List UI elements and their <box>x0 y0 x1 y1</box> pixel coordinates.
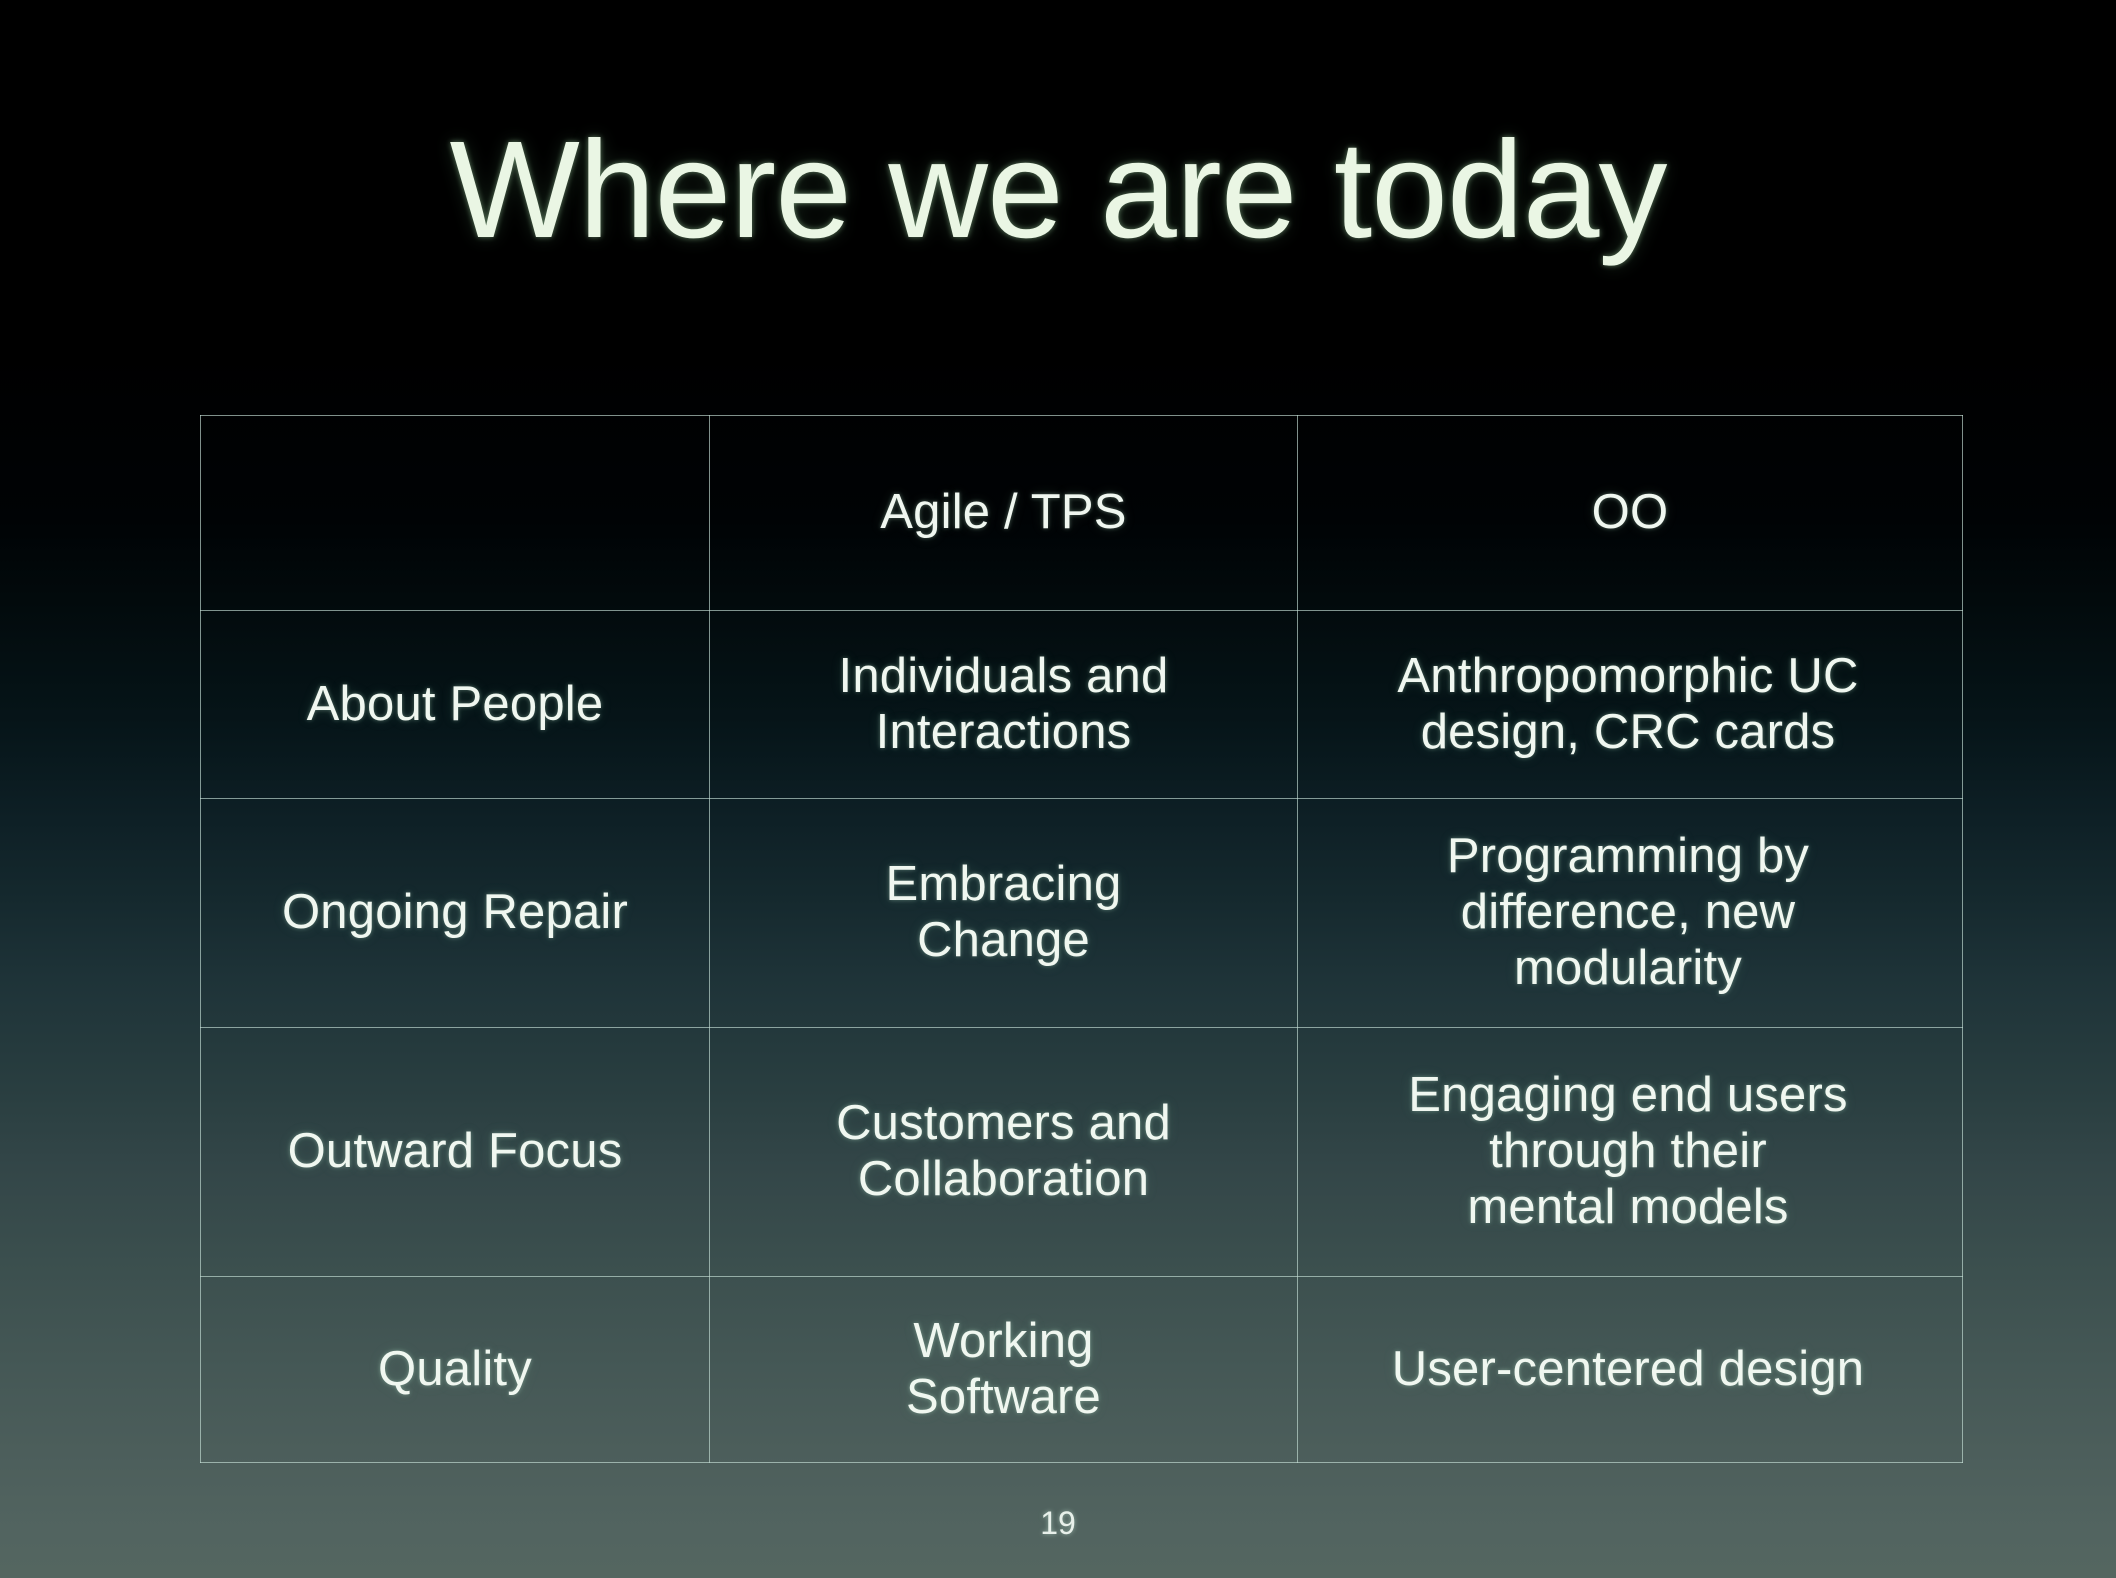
cell-agile-outward-focus: Customers and Collaboration <box>709 1027 1298 1277</box>
table-header-cell-blank <box>200 415 710 611</box>
table-header-cell-agile-tps: Agile / TPS <box>709 415 1298 611</box>
row-label-about-people: About People <box>200 610 710 799</box>
table-header-row: Agile / TPS OO <box>200 415 1963 611</box>
cell-oo-outward-focus-text: Engaging end users through their mental … <box>1408 1068 1848 1234</box>
cell-oo-quality: User-centered design <box>1297 1276 1963 1463</box>
cell-oo-about-people: Anthropomorphic UC design, CRC cards <box>1297 610 1963 799</box>
cell-agile-quality: Working Software <box>709 1276 1298 1463</box>
comparison-table: Agile / TPS OO About People Individuals … <box>200 415 1963 1463</box>
cell-agile-ongoing-repair: Embracing Change <box>709 798 1298 1028</box>
table-header-cell-oo: OO <box>1297 415 1963 611</box>
table-row: Outward Focus Customers and Collaboratio… <box>200 1027 1963 1277</box>
cell-agile-about-people: Individuals and Interactions <box>709 610 1298 799</box>
table-row: About People Individuals and Interaction… <box>200 610 1963 799</box>
table-row: Quality Working Software User-centered d… <box>200 1276 1963 1463</box>
presentation-slide: Where we are today Agile / TPS OO About … <box>0 0 2116 1578</box>
row-label-outward-focus: Outward Focus <box>200 1027 710 1277</box>
cell-oo-quality-text: User-centered design <box>1391 1341 1865 1396</box>
cell-oo-ongoing-repair: Programming by difference, new modularit… <box>1297 798 1963 1028</box>
cell-oo-outward-focus: Engaging end users through their mental … <box>1297 1027 1963 1277</box>
cell-oo-about-people-text: Anthropomorphic UC design, CRC cards <box>1397 648 1859 759</box>
row-label-quality: Quality <box>200 1276 710 1463</box>
row-label-ongoing-repair: Ongoing Repair <box>200 798 710 1028</box>
table-row: Ongoing Repair Embracing Change Programm… <box>200 798 1963 1028</box>
slide-page-number: 19 <box>1040 1505 1076 1541</box>
comparison-table-container: Agile / TPS OO About People Individuals … <box>200 415 1963 1463</box>
page-title: Where we are today <box>449 113 1668 267</box>
cell-oo-ongoing-repair-text: Programming by difference, new modularit… <box>1446 829 1810 995</box>
